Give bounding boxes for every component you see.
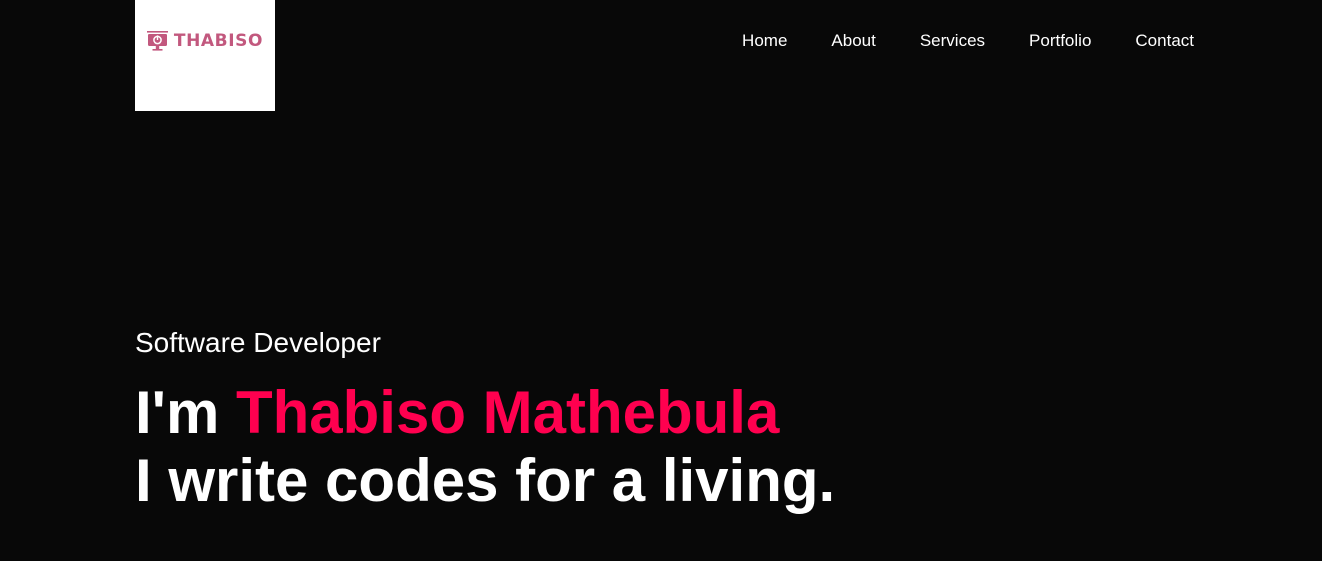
hero-tagline: I write codes for a living. xyxy=(135,447,836,514)
nav-home-link[interactable]: Home xyxy=(742,30,787,51)
hero-title: I'm Thabiso Mathebula I write codes for a… xyxy=(135,379,835,515)
logo-inner: THABISO xyxy=(146,30,264,51)
hero-greeting: I'm xyxy=(135,379,236,446)
hero-section: Software Developer I'm Thabiso Mathebula… xyxy=(135,325,835,515)
nav-contact-link[interactable]: Contact xyxy=(1135,30,1194,51)
logo[interactable]: THABISO xyxy=(135,0,275,111)
hero-subtitle: Software Developer xyxy=(135,327,381,358)
nav-services-link[interactable]: Services xyxy=(920,30,985,51)
logo-text: THABISO xyxy=(173,30,264,51)
monitor-power-icon xyxy=(146,30,168,51)
nav-portfolio-link[interactable]: Portfolio xyxy=(1029,30,1091,51)
main-nav: Home About Services Portfolio Contact xyxy=(742,30,1194,51)
hero-name: Thabiso Mathebula xyxy=(235,379,780,446)
nav-about-link[interactable]: About xyxy=(831,30,875,51)
